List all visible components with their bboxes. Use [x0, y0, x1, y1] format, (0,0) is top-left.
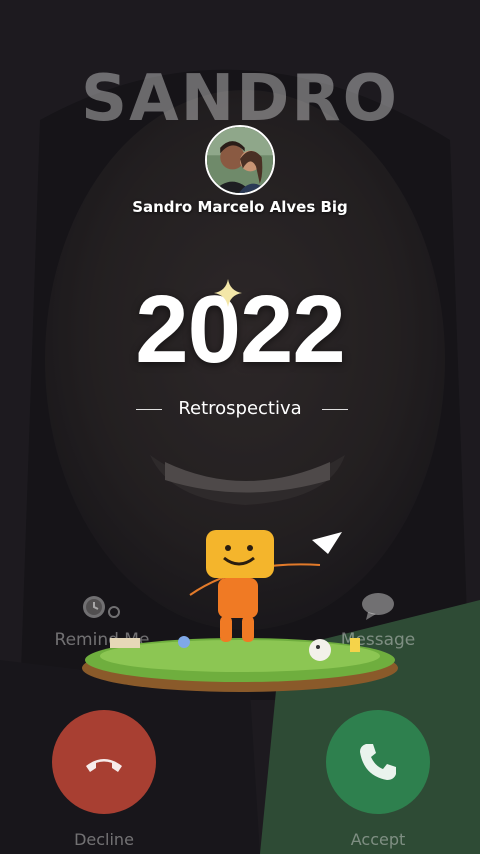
accept-label: Accept [350, 830, 406, 849]
phone-icon [360, 744, 396, 780]
decline-label: Decline [74, 830, 134, 849]
hang-up-phone-icon [86, 759, 122, 772]
mascot-illustration [82, 530, 398, 692]
recap-title: Retrospectiva [178, 398, 302, 419]
divider-right [322, 409, 348, 410]
decline-button[interactable] [52, 710, 156, 814]
accept-button[interactable] [326, 710, 430, 814]
avatar [205, 125, 275, 195]
sparkle-icon [214, 279, 242, 307]
avatar-photo [207, 127, 273, 193]
profile-name: Sandro Marcelo Alves Big [132, 198, 348, 216]
